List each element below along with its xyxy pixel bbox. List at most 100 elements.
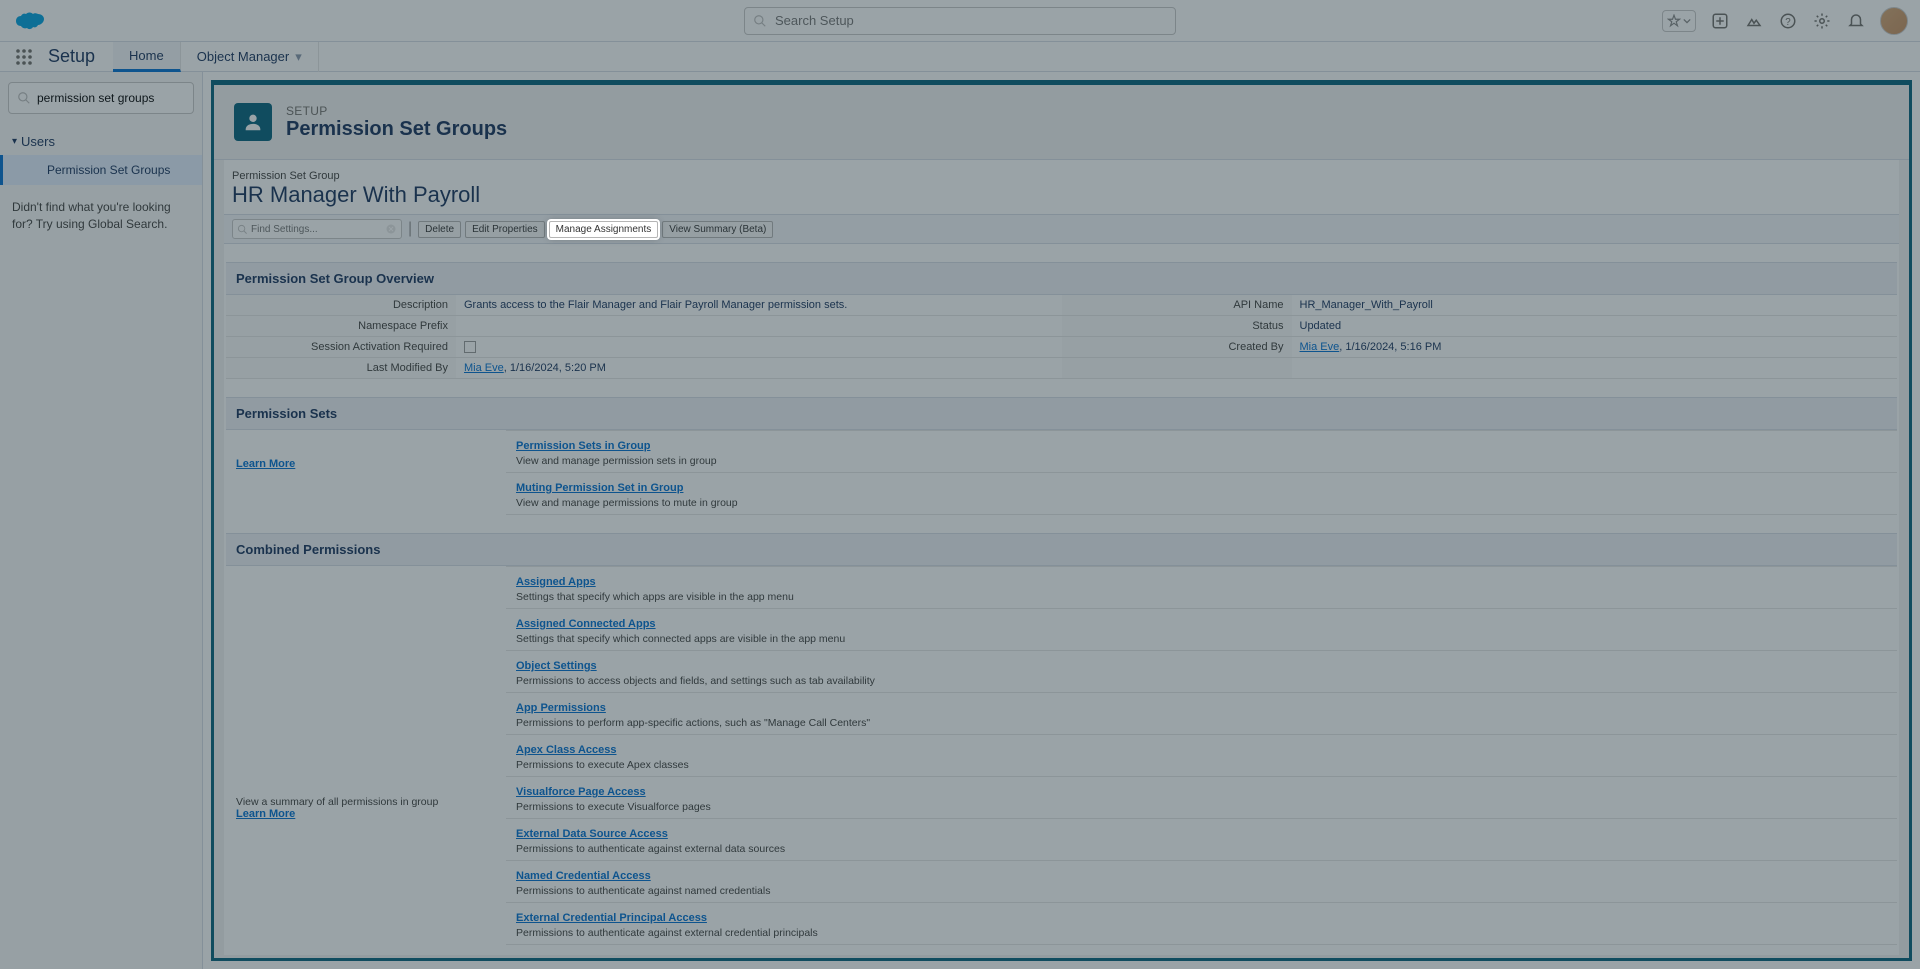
tree-leaf-permission-set-groups[interactable]: Permission Set Groups: [0, 155, 202, 185]
salesforce-logo[interactable]: [12, 9, 48, 33]
value-description: Grants access to the Flair Manager and F…: [456, 295, 1062, 316]
setup-sidebar: ▾Users Permission Set Groups Didn't find…: [0, 72, 203, 969]
app-launcher-icon[interactable]: [8, 42, 40, 72]
chevron-down-icon: [1683, 17, 1691, 25]
bell-icon[interactable]: [1846, 11, 1866, 31]
learn-more-link[interactable]: Learn More: [236, 458, 295, 470]
combined-permission-row: Apex Class Access Permissions to execute …: [506, 735, 1897, 777]
trailhead-icon[interactable]: [1744, 11, 1764, 31]
permission-group-icon: [234, 103, 272, 141]
learn-more-link[interactable]: Learn More: [236, 808, 295, 820]
quick-find-input[interactable]: [31, 91, 192, 105]
clear-icon[interactable]: [385, 223, 397, 235]
combined-permission-desc: Permissions to execute Apex classes: [516, 759, 1887, 771]
combined-permission-row: Named Credential Access Permissions to au…: [506, 861, 1897, 903]
value-api-name: HR_Manager_With_Payroll: [1292, 295, 1898, 316]
combined-permission-desc: Permissions to execute Visualforce pages: [516, 801, 1887, 813]
label-namespace: Namespace Prefix: [226, 316, 456, 337]
permission-set-desc: View and manage permissions to mute in g…: [516, 497, 1887, 509]
combined-permission-link[interactable]: Object Settings: [516, 660, 597, 672]
search-icon: [237, 224, 248, 235]
label-status: Status: [1062, 316, 1292, 337]
global-search[interactable]: [744, 7, 1176, 35]
value-status: Updated: [1292, 316, 1898, 337]
sidebar-hint: Didn't find what you're looking for? Try…: [8, 185, 194, 247]
nav-object-manager-label: Object Manager: [197, 49, 290, 64]
add-icon[interactable]: [1710, 11, 1730, 31]
combined-permission-link[interactable]: Apex Class Access: [516, 744, 617, 756]
combined-permission-row: Visualforce Page Access Permissions to ex…: [506, 777, 1897, 819]
record-type-label: Permission Set Group: [224, 160, 1899, 182]
combined-permission-desc: Permissions to authenticate against exte…: [516, 843, 1887, 855]
combined-permission-desc: Permissions to access objects and fields…: [516, 675, 1887, 687]
manage-assignments-button[interactable]: Manage Assignments: [549, 221, 659, 238]
combined-permission-row: External Credential Principal Access Perm…: [506, 903, 1897, 945]
combined-permissions-heading: Combined Permissions: [226, 533, 1897, 566]
combined-permission-link[interactable]: Assigned Connected Apps: [516, 618, 656, 630]
gear-icon[interactable]: [1812, 11, 1832, 31]
favorites-toggle[interactable]: [1662, 10, 1696, 32]
action-bar: | Delete Edit Properties Manage Assignme…: [224, 214, 1899, 244]
record-title: HR Manager With Payroll: [224, 182, 1899, 214]
nav-bar: Setup Home Object Manager ▾: [0, 42, 1920, 72]
combined-permission-row: External Data Source Access Permissions t…: [506, 819, 1897, 861]
label-session-activation: Session Activation Required: [226, 337, 456, 358]
label-created-by: Created By: [1062, 337, 1292, 358]
permission-set-desc: View and manage permission sets in group: [516, 455, 1887, 467]
combined-permission-link[interactable]: App Permissions: [516, 702, 606, 714]
combined-permission-row: Assigned Connected Apps Settings that spe…: [506, 609, 1897, 651]
combined-permission-link[interactable]: External Data Source Access: [516, 828, 668, 840]
star-icon: [1667, 14, 1681, 28]
value-session-activation: [456, 337, 1062, 358]
nav-object-manager[interactable]: Object Manager ▾: [181, 42, 319, 72]
view-summary-button[interactable]: View Summary (Beta): [662, 221, 773, 238]
checkbox-unchecked-icon: [464, 341, 476, 353]
svg-text:?: ?: [1785, 16, 1791, 27]
combined-permission-row: Object Settings Permissions to access obj…: [506, 651, 1897, 693]
combined-permission-link[interactable]: Visualforce Page Access: [516, 786, 646, 798]
value-last-modified: Mia Eve, 1/16/2024, 5:20 PM: [456, 358, 1062, 379]
edit-properties-button[interactable]: Edit Properties: [465, 221, 545, 238]
label-api-name: API Name: [1062, 295, 1292, 316]
modified-by-link[interactable]: Mia Eve: [464, 362, 504, 374]
delete-button[interactable]: Delete: [418, 221, 461, 238]
page-header: SETUP Permission Set Groups: [214, 85, 1909, 160]
combined-summary-text: View a summary of all permissions in gro…: [236, 796, 496, 808]
value-created-by: Mia Eve, 1/16/2024, 5:16 PM: [1292, 337, 1898, 358]
tree-node-users[interactable]: ▾Users: [8, 128, 194, 155]
help-icon[interactable]: ?: [1778, 11, 1798, 31]
combined-permission-desc: Settings that specify which connected ap…: [516, 633, 1887, 645]
combined-permission-row: App Permissions Permissions to perform ap…: [506, 693, 1897, 735]
overview-heading: Permission Set Group Overview: [226, 262, 1897, 295]
label-last-modified: Last Modified By: [226, 358, 456, 379]
permission-set-row: Muting Permission Set in Group View and m…: [506, 473, 1897, 515]
created-by-link[interactable]: Mia Eve: [1300, 341, 1340, 353]
breadcrumb: SETUP: [286, 104, 507, 118]
search-icon: [753, 14, 767, 28]
combined-permission-desc: Permissions to authenticate against name…: [516, 885, 1887, 897]
nav-home[interactable]: Home: [113, 42, 181, 72]
permission-set-row: Permission Sets in Group View and manage …: [506, 430, 1897, 473]
page-title: Permission Set Groups: [286, 118, 507, 141]
search-icon: [17, 91, 31, 105]
combined-permission-desc: Permissions to authenticate against exte…: [516, 927, 1887, 939]
permission-set-link[interactable]: Permission Sets in Group: [516, 440, 650, 452]
combined-permission-link[interactable]: Named Credential Access: [516, 870, 651, 882]
quick-find[interactable]: [8, 82, 194, 114]
user-avatar[interactable]: [1880, 7, 1908, 35]
permission-set-link[interactable]: Muting Permission Set in Group: [516, 482, 683, 494]
permission-sets-heading: Permission Sets: [226, 397, 1897, 430]
global-search-input[interactable]: [767, 13, 1167, 28]
value-namespace: [456, 316, 1062, 337]
global-header: ?: [0, 0, 1920, 42]
chevron-down-icon: ▾: [12, 136, 17, 147]
app-name: Setup: [48, 46, 95, 67]
chevron-down-icon: ▾: [295, 49, 302, 65]
combined-permission-desc: Settings that specify which apps are vis…: [516, 591, 1887, 603]
label-description: Description: [226, 295, 456, 316]
combined-permission-link[interactable]: External Credential Principal Access: [516, 912, 707, 924]
find-settings[interactable]: [232, 219, 402, 239]
combined-permission-link[interactable]: Assigned Apps: [516, 576, 596, 588]
combined-permission-desc: Permissions to perform app-specific acti…: [516, 717, 1887, 729]
find-settings-input[interactable]: [251, 224, 383, 235]
